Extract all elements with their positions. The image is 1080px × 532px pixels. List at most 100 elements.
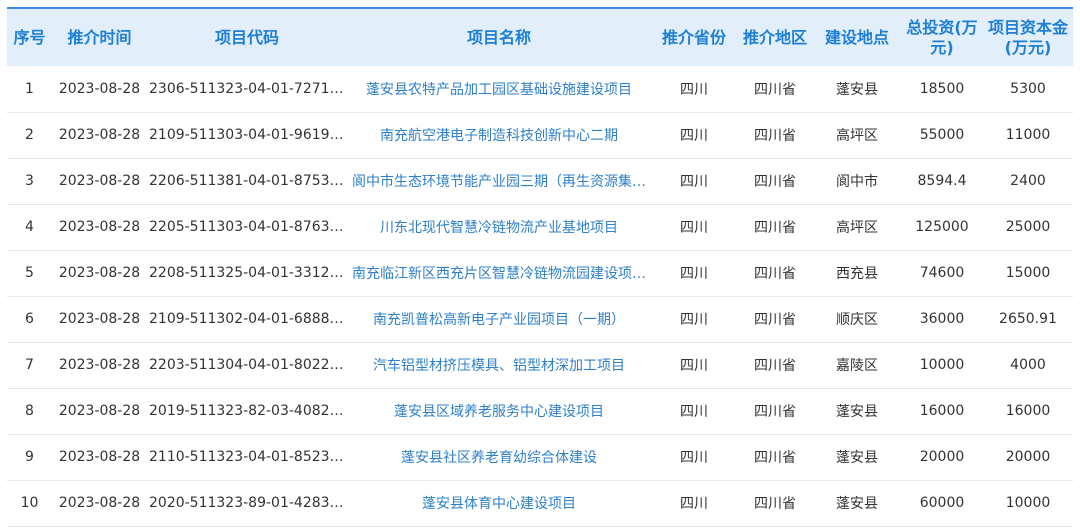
cell-seq: 4	[25, 219, 34, 235]
project-name-link[interactable]: 阆中市生态环境节能产业园三期（再生资源集…	[349, 171, 649, 191]
cell-province: 四川	[680, 358, 708, 374]
cell-capital: 4000	[1010, 357, 1046, 373]
table-row: 7 2023-08-28 2203-511304-04-01-802277 汽车…	[7, 342, 1073, 388]
cell-site: 蓬安县	[836, 81, 878, 98]
cell-province: 四川	[680, 81, 708, 98]
cell-date: 2023-08-28	[58, 357, 141, 373]
cell-code: 2208-511325-04-01-331236	[149, 265, 347, 281]
cell-investment: 10000	[919, 357, 965, 373]
cell-site: 高坪区	[836, 128, 878, 144]
cell-date: 2023-08-28	[58, 127, 141, 143]
cell-area: 四川省	[754, 81, 796, 98]
project-name-link[interactable]: 蓬安县体育中心建设项目	[349, 493, 649, 513]
cell-capital: 11000	[1005, 127, 1051, 143]
cell-date: 2023-08-28	[58, 219, 141, 235]
cell-capital: 20000	[1005, 449, 1051, 465]
cell-province: 四川	[680, 404, 708, 420]
cell-date: 2023-08-28	[58, 173, 141, 189]
cell-name: 蓬安县区域养老服务中心建设项目	[347, 388, 651, 434]
header-seq: 序号	[13, 27, 46, 47]
cell-code: 2109-511302-04-01-688810	[149, 311, 347, 327]
table-row: 8 2023-08-28 2019-511323-82-03-408254 蓬安…	[7, 388, 1073, 434]
cell-name: 南充临江新区西充片区智慧冷链物流园建设项…	[347, 250, 651, 296]
cell-name: 蓬安县农特产品加工园区基础设施建设项目	[347, 66, 651, 112]
cell-date: 2023-08-28	[58, 449, 141, 465]
cell-seq: 1	[25, 80, 34, 97]
cell-capital: 10000	[1005, 495, 1051, 511]
project-name-link[interactable]: 汽车铝型材挤压模具、铝型材深加工项目	[349, 355, 649, 375]
cell-seq: 7	[25, 357, 34, 373]
cell-date: 2023-08-28	[58, 265, 141, 281]
cell-name: 蓬安县体育中心建设项目	[347, 480, 651, 526]
cell-capital: 15000	[1005, 265, 1051, 281]
cell-site: 阆中市	[836, 174, 878, 190]
cell-seq: 8	[25, 403, 34, 419]
cell-code: 2206-511381-04-01-875384	[149, 173, 347, 189]
table-row: 9 2023-08-28 2110-511323-04-01-852356 蓬安…	[7, 434, 1073, 480]
cell-investment: 8594.4	[917, 173, 967, 189]
cell-investment: 125000	[915, 219, 969, 235]
cell-investment: 74600	[919, 265, 965, 281]
cell-capital: 16000	[1005, 403, 1051, 419]
project-table: 序号 推介时间 项目代码 项目名称 推介省份 推介地区 建设地点 总投资(万元)…	[7, 7, 1073, 527]
cell-investment: 18500	[919, 80, 965, 97]
cell-area: 四川省	[754, 450, 796, 466]
cell-code: 2205-511303-04-01-876308	[149, 219, 347, 235]
cell-area: 四川省	[754, 128, 796, 144]
cell-seq: 10	[20, 495, 39, 511]
header-name: 项目名称	[466, 27, 531, 47]
header-site: 建设地点	[824, 27, 889, 47]
cell-site: 高坪区	[836, 220, 878, 236]
table-body: 1 2023-08-28 2306-511323-04-01-727146 蓬安…	[7, 66, 1073, 526]
cell-capital: 2650.91	[999, 311, 1057, 327]
project-name-link[interactable]: 川东北现代智慧冷链物流产业基地项目	[349, 217, 649, 237]
cell-name: 蓬安县社区养老育幼综合体建设	[347, 434, 651, 480]
cell-province: 四川	[680, 450, 708, 466]
cell-code: 2306-511323-04-01-727146	[149, 80, 347, 97]
header-code: 项目代码	[214, 27, 279, 47]
cell-code: 2020-511323-89-01-428353	[149, 495, 347, 511]
cell-province: 四川	[680, 266, 708, 282]
cell-area: 四川省	[754, 266, 796, 282]
cell-investment: 60000	[919, 495, 965, 511]
cell-province: 四川	[680, 220, 708, 236]
table-row: 10 2023-08-28 2020-511323-89-01-428353 蓬…	[7, 480, 1073, 526]
cell-province: 四川	[680, 128, 708, 144]
cell-name: 阆中市生态环境节能产业园三期（再生资源集…	[347, 158, 651, 204]
table-header: 序号 推介时间 项目代码 项目名称 推介省份 推介地区 建设地点 总投资(万元)…	[7, 8, 1073, 66]
cell-site: 嘉陵区	[836, 358, 878, 374]
header-date: 推介时间	[67, 27, 132, 47]
project-name-link[interactable]: 南充临江新区西充片区智慧冷链物流园建设项…	[349, 263, 649, 283]
project-name-link[interactable]: 蓬安县农特产品加工园区基础设施建设项目	[349, 79, 649, 99]
cell-area: 四川省	[754, 220, 796, 236]
header-row: 序号 推介时间 项目代码 项目名称 推介省份 推介地区 建设地点 总投资(万元)…	[7, 8, 1073, 66]
cell-area: 四川省	[754, 312, 796, 328]
project-name-link[interactable]: 蓬安县社区养老育幼综合体建设	[349, 447, 649, 467]
cell-code: 2110-511323-04-01-852356	[149, 449, 347, 465]
cell-investment: 20000	[919, 449, 965, 465]
header-area: 推介地区	[742, 27, 807, 47]
table-row: 2 2023-08-28 2109-511303-04-01-961937 南充…	[7, 112, 1073, 158]
cell-area: 四川省	[754, 174, 796, 190]
project-table-container: 序号 推介时间 项目代码 项目名称 推介省份 推介地区 建设地点 总投资(万元)…	[7, 7, 1073, 527]
cell-code: 2203-511304-04-01-802277	[149, 357, 347, 373]
project-name-link[interactable]: 蓬安县区域养老服务中心建设项目	[349, 401, 649, 421]
cell-name: 汽车铝型材挤压模具、铝型材深加工项目	[347, 342, 651, 388]
cell-site: 西充县	[836, 266, 878, 282]
cell-site: 蓬安县	[836, 450, 878, 466]
project-name-link[interactable]: 南充凯普松高新电子产业园项目（一期）	[349, 309, 649, 329]
table-row: 4 2023-08-28 2205-511303-04-01-876308 川东…	[7, 204, 1073, 250]
cell-seq: 5	[25, 265, 34, 281]
cell-seq: 3	[25, 173, 34, 189]
cell-date: 2023-08-28	[58, 311, 141, 327]
header-province: 推介省份	[661, 27, 726, 47]
cell-capital: 25000	[1005, 219, 1051, 235]
project-name-link[interactable]: 南充航空港电子制造科技创新中心二期	[349, 125, 649, 145]
header-capital: 项目资本金(万元)	[987, 17, 1068, 57]
cell-area: 四川省	[754, 358, 796, 374]
cell-capital: 2400	[1010, 173, 1046, 189]
cell-seq: 9	[25, 449, 34, 465]
cell-name: 南充航空港电子制造科技创新中心二期	[347, 112, 651, 158]
cell-code: 2109-511303-04-01-961937	[149, 127, 347, 143]
cell-code: 2019-511323-82-03-408254	[149, 403, 347, 419]
